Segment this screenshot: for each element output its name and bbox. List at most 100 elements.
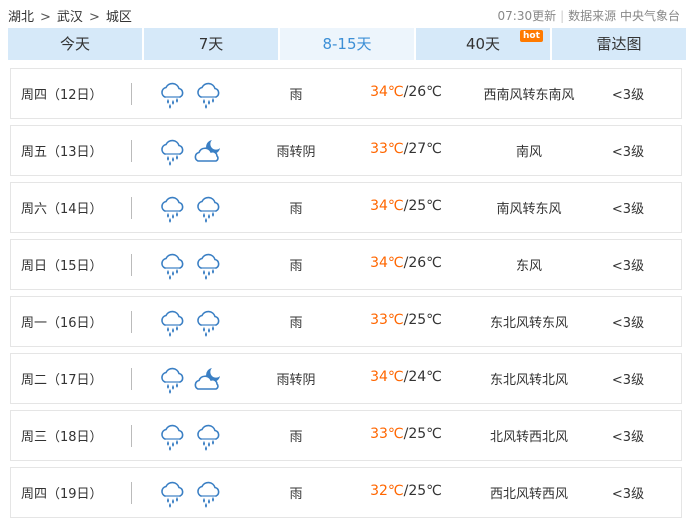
forecast-day: 周四（19日） — [21, 487, 103, 502]
tab-label: 8-15天 — [322, 35, 372, 53]
breadcrumb-separator: > — [88, 10, 100, 25]
top-bar: 湖北 > 武汉 > 城区 07:30更新 | 数据来源 中央气象台 — [0, 0, 690, 28]
forecast-list: 周四（12日）雨 34℃/26℃ 西南风转东南风 <3级 周五（13日） 雨转阴 33℃/2… — [10, 68, 682, 524]
temperature: 33℃/27℃ — [351, 141, 461, 157]
forecast-day: 周三（18日） — [21, 430, 103, 445]
forecast-day: 周四（12日） — [21, 88, 103, 103]
low-temp: 25℃ — [408, 198, 442, 214]
weather-icons — [157, 479, 223, 509]
breadcrumb-city[interactable]: 武汉 — [57, 10, 83, 25]
weather-icons — [157, 194, 223, 224]
weather-text: 雨转阴 — [276, 373, 316, 388]
tab-today[interactable]: 今天 — [8, 28, 144, 60]
temperature: 32℃/25℃ — [351, 483, 461, 499]
high-temp: 33℃ — [370, 141, 404, 157]
wind-level: <3级 — [611, 373, 645, 388]
divider — [131, 425, 132, 447]
temperature: 34℃/26℃ — [351, 255, 461, 271]
forecast-row: 周三（18日） 雨 33℃/25℃ 北风转西北风 <3级 — [10, 410, 682, 461]
high-temp: 34℃ — [370, 198, 404, 214]
weather-text: 雨 — [289, 487, 303, 502]
low-temp: 25℃ — [408, 426, 442, 442]
weather-icons — [157, 365, 223, 395]
wind-direction: 东北风转东风 — [489, 316, 568, 331]
high-temp: 34℃ — [370, 369, 404, 385]
high-temp: 32℃ — [370, 483, 404, 499]
breadcrumb-district: 城区 — [105, 10, 132, 25]
high-temp: 34℃ — [370, 255, 404, 271]
breadcrumb-separator: > — [40, 10, 51, 25]
low-temp: 27℃ — [408, 141, 442, 157]
divider — [131, 83, 132, 105]
weather-text: 雨 — [289, 316, 303, 331]
wind-direction: 东北风转北风 — [489, 373, 568, 388]
weather-icons — [157, 308, 223, 338]
wind-level: <3级 — [611, 316, 645, 331]
high-temp: 33℃ — [370, 312, 404, 328]
high-temp: 33℃ — [370, 426, 404, 442]
high-temp: 34℃ — [370, 84, 404, 100]
weather-text: 雨转阴 — [276, 145, 316, 160]
forecast-row: 周五（13日） 雨转阴 33℃/27℃ 南风 <3级 — [10, 125, 682, 176]
breadcrumb-province[interactable]: 湖北 — [8, 10, 34, 25]
temperature: 34℃/26℃ — [351, 84, 461, 100]
divider — [131, 482, 132, 504]
wind-direction: 西北风转西风 — [489, 487, 568, 502]
data-source: 07:30更新 | 数据来源 中央气象台 — [498, 7, 681, 24]
forecast-row: 周二（17日） 雨转阴 34℃/24℃ 东北风转北风 <3级 — [10, 353, 682, 404]
low-temp: 25℃ — [408, 483, 442, 499]
divider — [131, 140, 132, 162]
temperature: 34℃/24℃ — [351, 369, 461, 385]
forecast-day: 周五（13日） — [21, 145, 103, 160]
tab-radar[interactable]: 雷达图 — [552, 28, 686, 60]
update-time: 07:30更新 — [497, 9, 557, 23]
tab-7-days[interactable]: 7天 — [144, 28, 280, 60]
wind-level: <3级 — [611, 88, 645, 103]
tab-label: 40天 — [465, 35, 501, 53]
wind-direction: 南风转东风 — [496, 202, 562, 217]
low-temp: 24℃ — [408, 369, 442, 385]
forecast-day: 周二（17日） — [21, 373, 103, 388]
temperature: 33℃/25℃ — [351, 426, 461, 442]
weather-text: 雨 — [289, 259, 303, 274]
low-temp: 26℃ — [408, 84, 442, 100]
forecast-day: 周日（15日） — [21, 259, 103, 274]
divider — [131, 311, 132, 333]
forecast-day: 周六（14日） — [21, 202, 103, 217]
weather-icons — [157, 80, 223, 110]
low-temp: 26℃ — [408, 255, 442, 271]
forecast-row: 周四（19日） 雨 32℃/25℃ 西北风转西风 <3级 — [10, 467, 682, 518]
temperature: 33℃/25℃ — [351, 312, 461, 328]
forecast-tabs: 今天 7天 8-15天 40天 hot 雷达图 — [8, 28, 686, 60]
forecast-day: 周一（16日） — [21, 316, 103, 331]
divider — [131, 197, 132, 219]
weather-text: 雨 — [289, 202, 303, 217]
low-temp: 25℃ — [408, 312, 442, 328]
wind-level: <3级 — [611, 487, 645, 502]
weather-icons — [157, 251, 223, 281]
breadcrumb: 湖北 > 武汉 > 城区 — [8, 6, 132, 25]
tab-8-15-days[interactable]: 8-15天 — [280, 28, 416, 60]
wind-direction: 北风转西北风 — [489, 430, 568, 445]
tab-label: 7天 — [198, 35, 224, 53]
source-provider: 中央气象台 — [619, 9, 680, 23]
wind-level: <3级 — [611, 430, 645, 445]
weather-icons — [157, 137, 223, 167]
forecast-row: 周一（16日） 雨 33℃/25℃ 东北风转东风 <3级 — [10, 296, 682, 347]
weather-icons — [157, 422, 223, 452]
hot-badge: hot — [520, 30, 543, 42]
divider — [131, 368, 132, 390]
divider — [131, 254, 132, 276]
forecast-row: 周四（12日） 雨 34℃/26℃ 西南风转东南风 <3级 — [10, 68, 682, 119]
tab-40-days[interactable]: 40天 hot — [416, 28, 552, 60]
forecast-row: 周日（15日） 雨 34℃/26℃ 东风 <3级 — [10, 239, 682, 290]
wind-level: <3级 — [611, 259, 645, 274]
source-label: 数据来源 — [568, 9, 617, 23]
wind-direction: 西南风转东南风 — [483, 88, 575, 103]
weather-text: 雨 — [289, 88, 303, 103]
tab-label: 雷达图 — [596, 35, 642, 53]
wind-direction: 东风 — [515, 259, 542, 274]
weather-text: 雨 — [289, 430, 303, 445]
wind-direction: 南风 — [515, 145, 542, 160]
temperature: 34℃/25℃ — [351, 198, 461, 214]
